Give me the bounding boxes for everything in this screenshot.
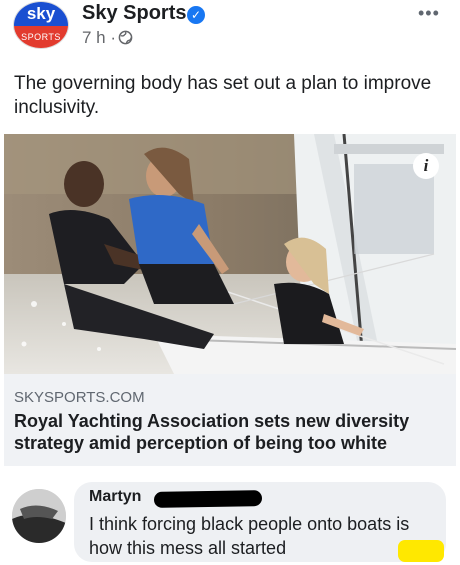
verified-badge-icon: ✓ bbox=[187, 6, 205, 24]
commenter-avatar-image bbox=[12, 489, 66, 543]
emoji-redaction-mark bbox=[398, 540, 444, 562]
post-text: The governing body has set out a plan to… bbox=[14, 73, 432, 118]
more-options-icon[interactable]: ••• bbox=[418, 3, 440, 24]
link-title[interactable]: Royal Yachting Association sets new dive… bbox=[14, 410, 450, 454]
link-domain: SKYSPORTS.COM bbox=[14, 389, 145, 406]
post-photo[interactable] bbox=[4, 134, 456, 374]
comment-text: I think forcing black people onto boats … bbox=[89, 514, 410, 558]
avatar-sky-logo: sky bbox=[14, 2, 68, 26]
page-avatar[interactable]: sky SPORTS bbox=[14, 2, 68, 48]
name-redaction-mark bbox=[153, 490, 263, 508]
globe-icon bbox=[118, 30, 133, 45]
page-name-link[interactable]: Sky Sports bbox=[82, 2, 186, 25]
avatar-sports-logo: SPORTS bbox=[14, 26, 68, 48]
commenter-name[interactable]: Martyn bbox=[89, 488, 141, 506]
commenter-avatar[interactable] bbox=[12, 489, 66, 543]
post-timestamp[interactable]: 7 h · bbox=[82, 28, 116, 48]
info-icon[interactable]: i bbox=[413, 153, 439, 179]
